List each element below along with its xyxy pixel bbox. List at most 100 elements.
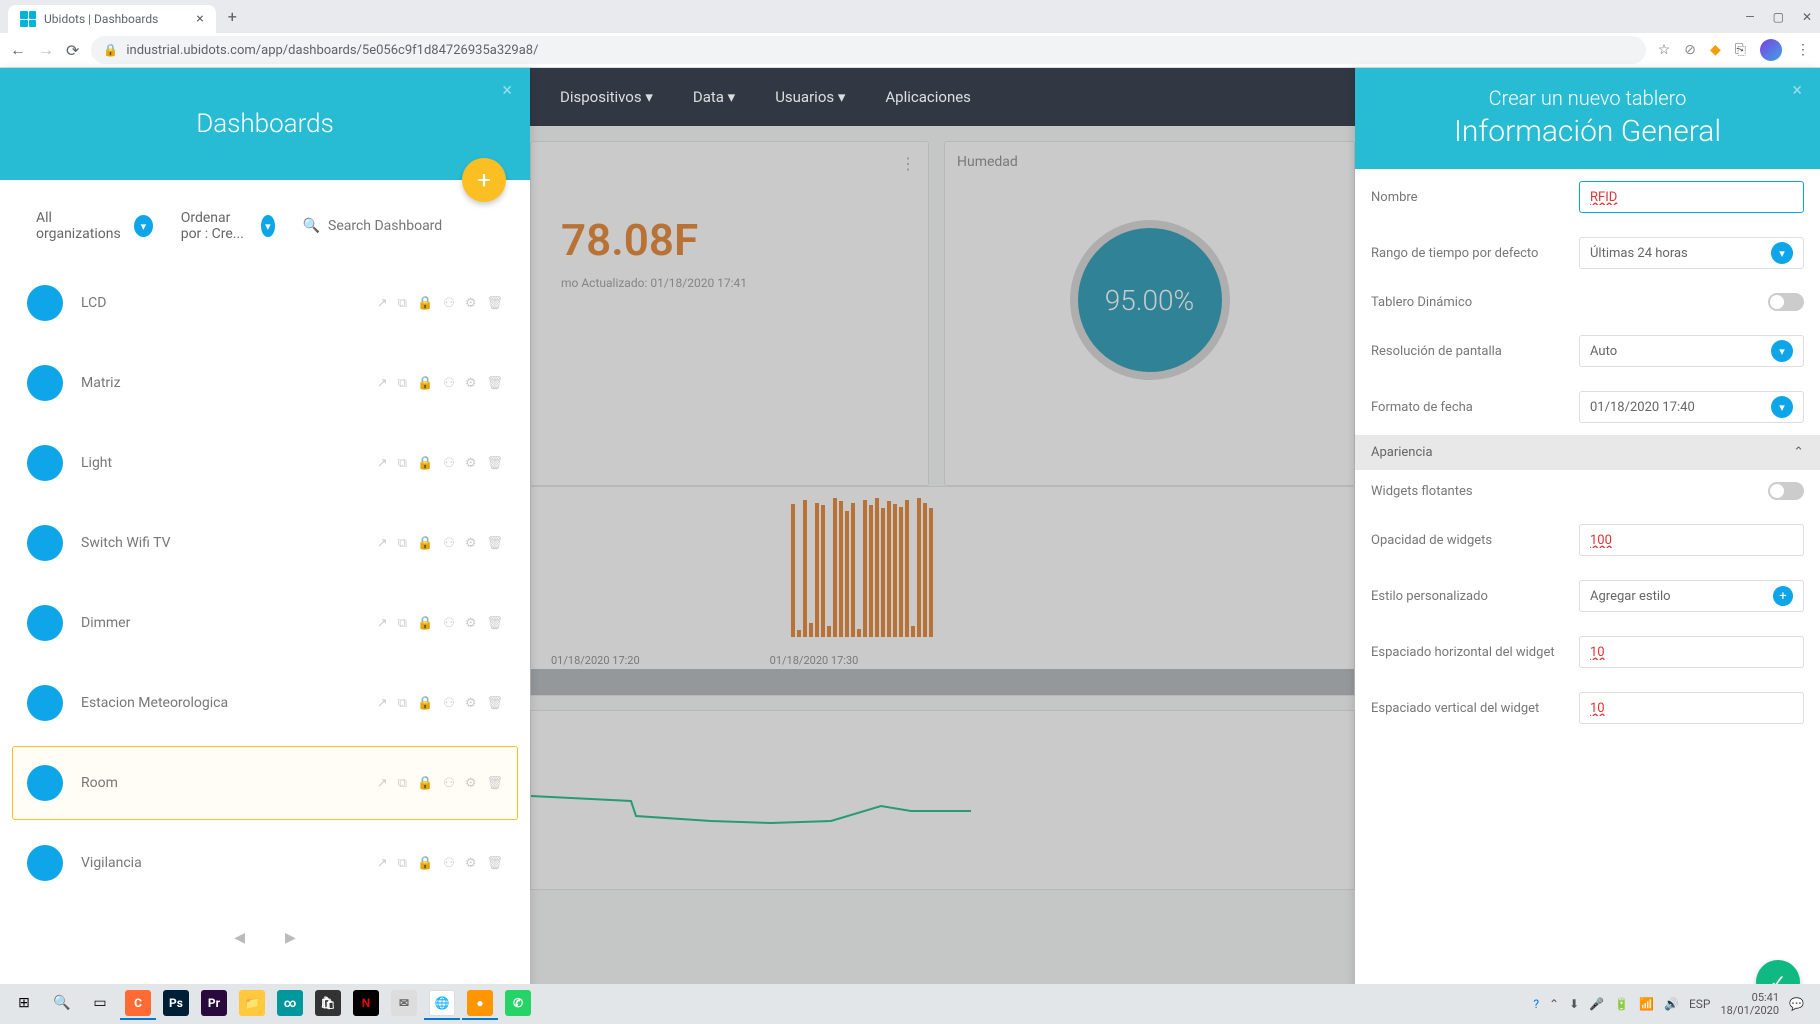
add-dashboard-button[interactable]: + bbox=[462, 158, 506, 202]
tray-chevron-icon[interactable]: ⌃ bbox=[1549, 997, 1559, 1011]
nav-usuarios[interactable]: Usuarios ▾ bbox=[775, 88, 845, 106]
search-task-icon[interactable]: 🔍 bbox=[44, 988, 80, 1020]
dashboard-item[interactable]: Switch Wifi TV ↗ ⧉ 🔒 ⚇ ⚙ 🗑 bbox=[12, 506, 518, 580]
panel-close-icon[interactable]: × bbox=[1792, 80, 1802, 101]
new-tab-button[interactable]: + bbox=[228, 7, 237, 26]
star-icon[interactable]: ☆ bbox=[1658, 42, 1671, 58]
trash-icon[interactable]: 🗑 bbox=[486, 776, 503, 791]
file-explorer-icon[interactable]: 📁 bbox=[234, 988, 270, 1020]
back-button[interactable]: ← bbox=[10, 40, 26, 60]
mic-icon[interactable]: 🎤 bbox=[1589, 997, 1604, 1011]
opacity-input[interactable] bbox=[1590, 533, 1793, 548]
translate-icon[interactable]: ⎘ bbox=[1735, 42, 1746, 58]
app-icon[interactable]: ● bbox=[462, 988, 498, 1020]
dashboard-item[interactable]: Vigilancia ↗ ⧉ 🔒 ⚇ ⚙ 🗑 bbox=[12, 826, 518, 900]
block-icon[interactable]: ⊘ bbox=[1684, 42, 1696, 58]
profile-avatar[interactable] bbox=[1760, 39, 1782, 61]
floating-toggle[interactable] bbox=[1768, 482, 1804, 500]
reload-button[interactable]: ⟳ bbox=[66, 41, 79, 60]
tree-icon[interactable]: ⚇ bbox=[443, 456, 455, 471]
appearance-section[interactable]: Apariencia ⌃ bbox=[1355, 435, 1820, 470]
tab-close-icon[interactable]: × bbox=[196, 11, 203, 27]
tree-icon[interactable]: ⚇ bbox=[443, 376, 455, 391]
trash-icon[interactable]: 🗑 bbox=[486, 616, 503, 631]
clock[interactable]: 05:41 18/01/2020 bbox=[1721, 991, 1780, 1017]
chart-scrubber[interactable] bbox=[531, 669, 1354, 695]
whatsapp-icon[interactable]: ✆ bbox=[500, 988, 536, 1020]
help-icon[interactable]: ? bbox=[1533, 997, 1539, 1011]
start-button[interactable]: ⊞ bbox=[6, 988, 42, 1020]
page-next[interactable]: ▶ bbox=[285, 930, 296, 946]
date-format-select[interactable]: 01/18/2020 17:40▾ bbox=[1579, 391, 1804, 423]
close-window-icon[interactable]: ✕ bbox=[1802, 10, 1812, 24]
share-icon[interactable]: ↗ bbox=[377, 616, 388, 631]
dashboard-item[interactable]: Light ↗ ⧉ 🔒 ⚇ ⚙ 🗑 bbox=[12, 426, 518, 500]
copy-icon[interactable]: ⧉ bbox=[398, 856, 407, 871]
language-indicator[interactable]: ESP bbox=[1689, 997, 1711, 1011]
lock-icon[interactable]: 🔒 bbox=[417, 616, 433, 631]
lock-icon[interactable]: 🔒 bbox=[417, 456, 433, 471]
gear-icon[interactable]: ⚙ bbox=[465, 696, 477, 711]
share-icon[interactable]: ↗ bbox=[377, 696, 388, 711]
dropbox-icon[interactable]: ⬇ bbox=[1569, 997, 1579, 1011]
dashboard-item[interactable]: Matriz ↗ ⧉ 🔒 ⚇ ⚙ 🗑 bbox=[12, 346, 518, 420]
dashboard-item[interactable]: Room ↗ ⧉ 🔒 ⚇ ⚙ 🗑 bbox=[12, 746, 518, 820]
gear-icon[interactable]: ⚙ bbox=[465, 296, 477, 311]
lock-icon[interactable]: 🔒 bbox=[417, 376, 433, 391]
tree-icon[interactable]: ⚇ bbox=[443, 296, 455, 311]
lock-icon[interactable]: 🔒 bbox=[417, 296, 433, 311]
app-icon[interactable]: ∞ bbox=[272, 988, 308, 1020]
dynamic-toggle[interactable] bbox=[1768, 293, 1804, 311]
tree-icon[interactable]: ⚇ bbox=[443, 536, 455, 551]
copy-icon[interactable]: ⧉ bbox=[398, 456, 407, 471]
share-icon[interactable]: ↗ bbox=[377, 856, 388, 871]
menu-icon[interactable]: ⋮ bbox=[1796, 42, 1810, 58]
trash-icon[interactable]: 🗑 bbox=[486, 856, 503, 871]
dashboard-item[interactable]: Dimmer ↗ ⧉ 🔒 ⚇ ⚙ 🗑 bbox=[12, 586, 518, 660]
lock-icon[interactable]: 🔒 bbox=[417, 536, 433, 551]
browser-tab[interactable]: Ubidots | Dashboards × bbox=[8, 5, 216, 33]
style-select[interactable]: Agregar estilo+ bbox=[1579, 580, 1804, 612]
time-range-select[interactable]: Últimas 24 horas▾ bbox=[1579, 237, 1804, 269]
share-icon[interactable]: ↗ bbox=[377, 456, 388, 471]
copy-icon[interactable]: ⧉ bbox=[398, 616, 407, 631]
trash-icon[interactable]: 🗑 bbox=[486, 456, 503, 471]
copy-icon[interactable]: ⧉ bbox=[398, 376, 407, 391]
nav-dispositivos[interactable]: Dispositivos ▾ bbox=[560, 88, 653, 106]
tree-icon[interactable]: ⚇ bbox=[443, 776, 455, 791]
page-prev[interactable]: ◀ bbox=[234, 930, 245, 946]
app-icon[interactable]: C bbox=[120, 988, 156, 1020]
trash-icon[interactable]: 🗑 bbox=[486, 696, 503, 711]
resolution-select[interactable]: Auto▾ bbox=[1579, 335, 1804, 367]
battery-icon[interactable]: 🔋 bbox=[1614, 997, 1629, 1011]
share-icon[interactable]: ↗ bbox=[377, 376, 388, 391]
dashboard-item[interactable]: Estacion Meteorologica ↗ ⧉ 🔒 ⚇ ⚙ 🗑 bbox=[12, 666, 518, 740]
share-icon[interactable]: ↗ bbox=[377, 296, 388, 311]
copy-icon[interactable]: ⧉ bbox=[398, 696, 407, 711]
gear-icon[interactable]: ⚙ bbox=[465, 616, 477, 631]
gear-icon[interactable]: ⚙ bbox=[465, 376, 477, 391]
store-icon[interactable]: 🛍 bbox=[310, 988, 346, 1020]
tree-icon[interactable]: ⚇ bbox=[443, 696, 455, 711]
wifi-icon[interactable]: 📶 bbox=[1639, 997, 1654, 1011]
tree-icon[interactable]: ⚇ bbox=[443, 616, 455, 631]
chrome-icon[interactable]: 🌐 bbox=[424, 988, 460, 1020]
share-icon[interactable]: ↗ bbox=[377, 536, 388, 551]
volume-icon[interactable]: 🔊 bbox=[1664, 997, 1679, 1011]
share-icon[interactable]: ↗ bbox=[377, 776, 388, 791]
app-icon[interactable]: Pr bbox=[196, 988, 232, 1020]
trash-icon[interactable]: 🗑 bbox=[486, 376, 503, 391]
gear-icon[interactable]: ⚙ bbox=[465, 456, 477, 471]
name-input[interactable] bbox=[1590, 190, 1793, 205]
copy-icon[interactable]: ⧉ bbox=[398, 776, 407, 791]
notifications-icon[interactable]: 💬 bbox=[1789, 997, 1804, 1011]
org-filter-dropdown[interactable]: ▾ bbox=[134, 215, 153, 237]
hspacing-input[interactable] bbox=[1590, 645, 1793, 660]
gear-icon[interactable]: ⚙ bbox=[465, 776, 477, 791]
sidebar-close-icon[interactable]: × bbox=[502, 80, 512, 101]
task-view-icon[interactable]: ▭ bbox=[82, 988, 118, 1020]
copy-icon[interactable]: ⧉ bbox=[398, 536, 407, 551]
app-icon[interactable]: Ps bbox=[158, 988, 194, 1020]
lock-icon[interactable]: 🔒 bbox=[417, 696, 433, 711]
lock-icon[interactable]: 🔒 bbox=[417, 856, 433, 871]
